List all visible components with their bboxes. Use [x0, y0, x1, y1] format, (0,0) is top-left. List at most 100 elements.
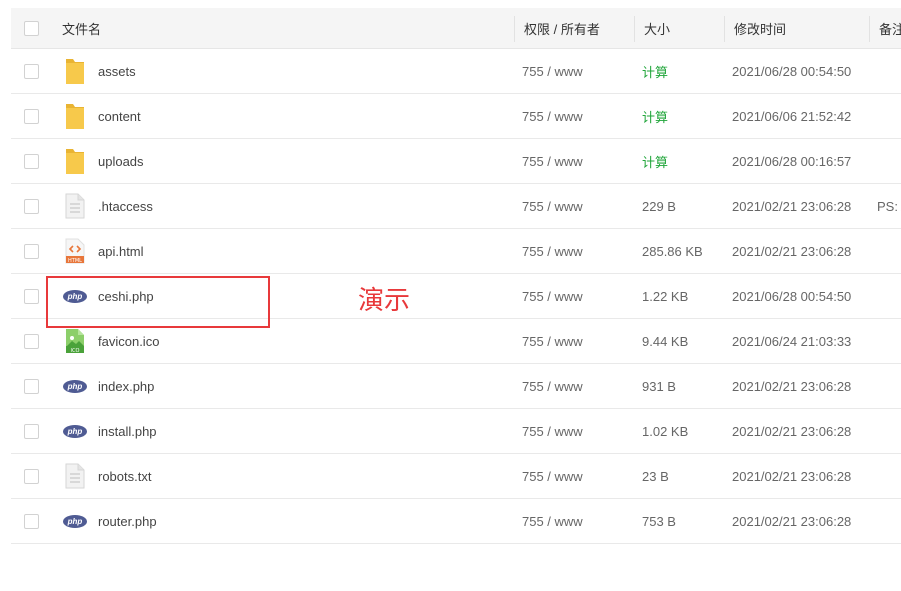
row-checkbox[interactable]	[24, 288, 39, 304]
file-modified-time: 2021/02/21 23:06:28	[732, 378, 852, 394]
folder-icon	[62, 49, 88, 93]
file-modified-time: 2021/06/28 00:54:50	[732, 63, 852, 79]
folder-icon	[62, 94, 88, 138]
calculate-size-link[interactable]: 计算	[642, 94, 722, 138]
file-permission[interactable]: 755 / www	[522, 139, 632, 183]
file-row[interactable]: assets 755 / www 计算 2021/06/28 00:54:50	[11, 49, 901, 94]
file-name[interactable]: install.php	[98, 409, 498, 453]
row-checkbox[interactable]	[24, 468, 39, 484]
header-note[interactable]: 备注	[877, 8, 901, 48]
svg-text:ICO: ICO	[71, 348, 80, 354]
file-row[interactable]: content 755 / www 计算 2021/06/06 21:52:42	[11, 94, 901, 139]
file-name[interactable]: uploads	[98, 139, 498, 183]
file-modified-time: 2021/02/21 23:06:28	[732, 468, 852, 484]
file-row[interactable]: php router.php 755 / www 753 B 2021/02/21 23…	[11, 499, 901, 544]
file-name[interactable]: robots.txt	[98, 454, 498, 498]
header-permission[interactable]: 权限 / 所有者	[522, 8, 634, 48]
file-row[interactable]: uploads 755 / www 计算 2021/06/28 00:16:57	[11, 139, 901, 184]
row-checkbox[interactable]	[24, 513, 39, 529]
file-note[interactable]: PS: A	[877, 184, 901, 228]
row-checkbox-cell	[24, 319, 41, 363]
file-row[interactable]: HTML api.html 755 / www 285.86 KB 2021/02/21…	[11, 229, 901, 274]
file-permission[interactable]: 755 / www	[522, 49, 632, 93]
file-name[interactable]: assets	[98, 49, 498, 93]
file-note[interactable]	[877, 274, 901, 318]
file-name[interactable]: index.php	[98, 364, 498, 408]
file-size: 1.02 KB	[642, 423, 689, 439]
file-row[interactable]: robots.txt 755 / www 23 B 2021/02/21 23:06:…	[11, 454, 901, 499]
row-checkbox-cell	[24, 184, 41, 228]
file-permission[interactable]: 755 / www	[522, 94, 632, 138]
file-note[interactable]	[877, 454, 901, 498]
file-modified-time: 2021/02/21 23:06:28	[732, 243, 852, 259]
file-name[interactable]: .htaccess	[98, 184, 498, 228]
file-note[interactable]	[877, 139, 901, 183]
row-checkbox-cell	[24, 364, 41, 408]
folder-icon	[62, 139, 88, 183]
file-row[interactable]: .htaccess 755 / www 229 B 2021/02/21 23:06:…	[11, 184, 901, 229]
file-modified-time: 2021/02/21 23:06:28	[732, 513, 852, 529]
file-permission[interactable]: 755 / www	[522, 364, 632, 408]
row-checkbox[interactable]	[24, 108, 39, 124]
file-note[interactable]	[877, 364, 901, 408]
row-checkbox-cell	[24, 229, 41, 273]
row-checkbox-cell	[24, 94, 41, 138]
row-checkbox-cell	[24, 139, 41, 183]
row-checkbox[interactable]	[24, 63, 39, 79]
file-size: 753 B	[642, 513, 676, 529]
row-checkbox-cell	[24, 49, 41, 93]
file-permission[interactable]: 755 / www	[522, 184, 632, 228]
file-modified-time: 2021/02/21 23:06:28	[732, 423, 852, 439]
file-permission[interactable]: 755 / www	[522, 499, 632, 543]
file-name[interactable]: api.html	[98, 229, 498, 273]
file-size: 229 B	[642, 198, 676, 214]
row-checkbox[interactable]	[24, 333, 39, 349]
file-size: 931 B	[642, 378, 676, 394]
file-note[interactable]	[877, 229, 901, 273]
php-file-icon: php	[62, 364, 88, 408]
file-modified-time: 2021/06/28 00:54:50	[732, 288, 852, 304]
select-all-checkbox[interactable]	[24, 20, 39, 36]
file-size: 1.22 KB	[642, 288, 689, 304]
file-row[interactable]: php install.php 755 / www 1.02 KB 2021/02/21…	[11, 409, 901, 454]
column-divider	[634, 16, 635, 42]
header-size[interactable]: 大小	[642, 8, 724, 48]
row-checkbox[interactable]	[24, 243, 39, 259]
annotation-highlight-box	[46, 276, 270, 328]
file-note[interactable]	[877, 49, 901, 93]
file-permission[interactable]: 755 / www	[522, 454, 632, 498]
svg-text:HTML: HTML	[68, 258, 82, 264]
row-checkbox[interactable]	[24, 153, 39, 169]
file-name[interactable]: content	[98, 94, 498, 138]
column-divider	[514, 16, 515, 42]
file-note[interactable]	[877, 409, 901, 453]
header-filename[interactable]: 文件名	[62, 8, 462, 48]
file-permission[interactable]: 755 / www	[522, 229, 632, 273]
php-file-icon: php	[62, 409, 88, 453]
row-checkbox[interactable]	[24, 378, 39, 394]
column-divider	[869, 16, 870, 42]
file-permission[interactable]: 755 / www	[522, 409, 632, 453]
text-file-icon	[62, 454, 88, 498]
file-modified-time: 2021/06/24 21:03:33	[732, 333, 852, 349]
row-checkbox-cell	[24, 454, 41, 498]
file-permission[interactable]: 755 / www	[522, 274, 632, 318]
calculate-size-link[interactable]: 计算	[642, 139, 722, 183]
file-permission[interactable]: 755 / www	[522, 319, 632, 363]
html-file-icon: HTML	[62, 229, 88, 273]
header-modified-time[interactable]: 修改时间	[732, 8, 874, 48]
calculate-size-link[interactable]: 计算	[642, 49, 722, 93]
file-note[interactable]	[877, 319, 901, 363]
file-name[interactable]: router.php	[98, 499, 498, 543]
file-row[interactable]: php index.php 755 / www 931 B 2021/02/21 23:…	[11, 364, 901, 409]
file-note[interactable]	[877, 94, 901, 138]
php-file-icon: php	[62, 499, 88, 543]
file-size: 9.44 KB	[642, 333, 689, 349]
row-checkbox-cell	[24, 499, 41, 543]
text-file-icon	[62, 184, 88, 228]
file-note[interactable]	[877, 499, 901, 543]
row-checkbox[interactable]	[24, 423, 39, 439]
row-checkbox-cell	[24, 409, 41, 453]
header-checkbox-cell	[24, 8, 41, 48]
row-checkbox[interactable]	[24, 198, 39, 214]
